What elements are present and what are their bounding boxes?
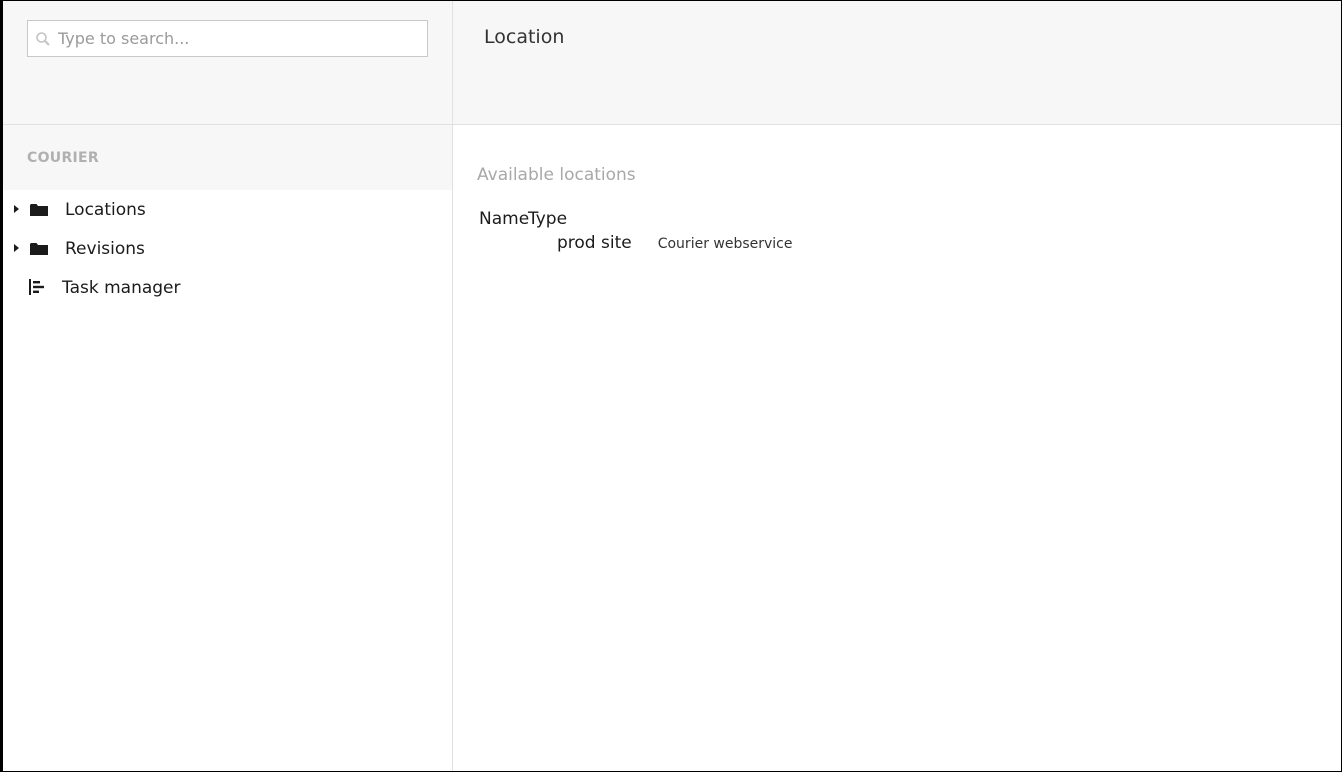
search-box[interactable] [27,20,428,57]
folder-icon [30,241,48,260]
table-header-row: Name Type [477,209,793,229]
app-window: COURIER Locations Revisions [0,0,1342,772]
task-list-icon [28,279,46,299]
location-name-link[interactable]: prod site [477,233,632,253]
sidebar-item-label: Task manager [62,277,181,298]
location-type: Courier webservice [657,236,793,252]
search-input[interactable] [58,21,427,56]
sidebar-item-locations[interactable]: Locations [3,190,452,229]
column-header-name: Name [479,209,530,229]
available-locations-heading: Available locations [477,165,636,185]
caret-right-icon[interactable] [14,205,19,213]
main-body: Available locations Name Type prod site … [453,125,1341,771]
sidebar-header [3,1,452,125]
sidebar-tree: Locations Revisions Task manager [3,190,452,307]
sidebar-item-label: Locations [65,199,146,220]
caret-right-icon[interactable] [14,244,19,252]
sidebar-item-revisions[interactable]: Revisions [3,229,452,268]
search-icon [28,31,58,47]
locations-table: Name Type prod site Courier webservice [477,209,793,253]
table-row[interactable]: prod site Courier webservice [477,233,793,253]
page-title: Location [484,26,565,48]
sidebar-item-label: Revisions [65,238,145,259]
main-header: Location [453,1,1341,125]
section-title-courier: COURIER [3,125,452,190]
folder-icon [30,202,48,221]
sidebar-item-task-manager[interactable]: Task manager [3,268,452,307]
sidebar: COURIER Locations Revisions [3,1,453,771]
main-panel: Location Available locations Name Type p… [453,1,1341,771]
column-header-type: Type [528,209,568,229]
